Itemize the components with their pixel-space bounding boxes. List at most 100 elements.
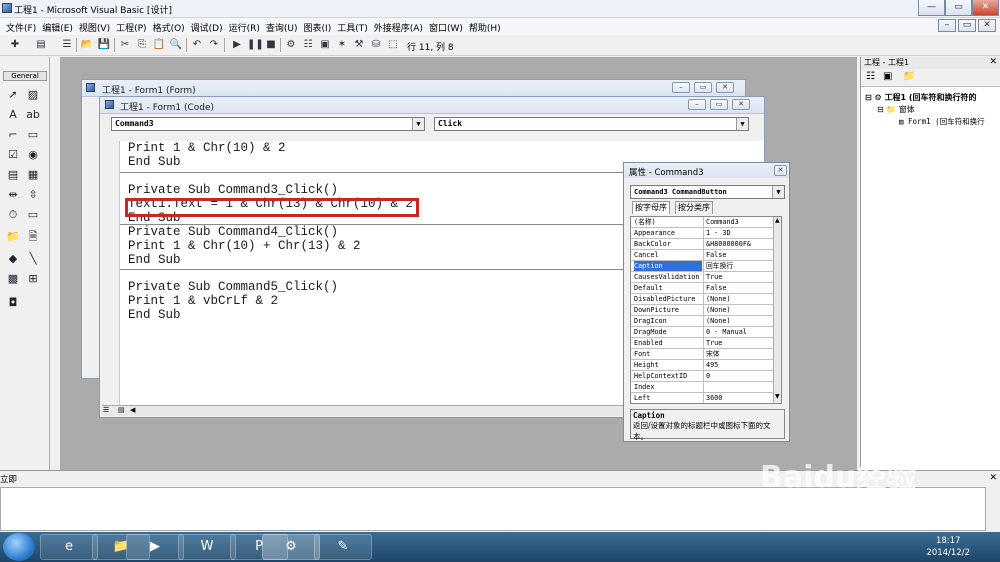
maximize-button[interactable]: ▭: [945, 0, 972, 16]
property-row[interactable]: Enabled True: [631, 338, 773, 349]
property-value[interactable]: 0: [706, 371, 772, 381]
timer-icon[interactable]: ⏱: [5, 207, 21, 223]
property-value[interactable]: 1 - 3D: [706, 228, 772, 238]
properties-scrollbar[interactable]: ▲ ▼: [773, 217, 781, 403]
redo-icon[interactable]: ↷: [207, 38, 221, 52]
menu-edit[interactable]: 编辑(E): [40, 18, 77, 35]
toolbox-general-tab[interactable]: General: [3, 71, 47, 81]
project-close-icon[interactable]: ✕: [989, 57, 997, 67]
image-icon[interactable]: ▩: [5, 271, 21, 287]
paste-icon[interactable]: 📋: [152, 38, 166, 52]
full-module-view-icon[interactable]: ▤: [118, 406, 125, 414]
property-row[interactable]: Appearance 1 - 3D: [631, 228, 773, 239]
combobox-icon[interactable]: ▤: [5, 167, 21, 183]
cut-icon[interactable]: ✂: [118, 38, 132, 52]
dirlistbox-icon[interactable]: 📁: [5, 229, 21, 245]
code-line[interactable]: Print 1 & Chr(10) + Chr(13) & 2: [128, 239, 361, 253]
scroll-down-icon[interactable]: ▼: [775, 393, 780, 400]
view-object-icon[interactable]: ▣: [883, 71, 892, 82]
hscrollbar-icon[interactable]: ⇹: [5, 187, 21, 203]
code-line[interactable]: Private Sub Command3_Click(): [128, 183, 338, 197]
component-manager-icon[interactable]: ⬚: [386, 38, 400, 52]
code-line[interactable]: Print 1 & Chr(10) & 2: [128, 141, 286, 155]
textbox-icon[interactable]: ab: [25, 107, 41, 123]
property-value[interactable]: True: [706, 272, 772, 282]
open-icon[interactable]: 📂: [80, 38, 94, 52]
tree-forms-folder[interactable]: ⊟ 📁 窗体: [877, 104, 915, 115]
vb6-taskbar-icon[interactable]: ⚙: [262, 534, 320, 560]
code-close-button[interactable]: ✕: [732, 99, 750, 110]
property-value[interactable]: False: [706, 250, 772, 260]
frame-icon[interactable]: ⌐: [5, 127, 21, 143]
property-value[interactable]: &H8000000F&: [706, 239, 772, 249]
property-row[interactable]: Cancel False: [631, 250, 773, 261]
data-icon[interactable]: ⊞: [25, 271, 41, 287]
property-value[interactable]: 回车换行: [706, 261, 772, 271]
object-combo[interactable]: Command3 ▼: [111, 117, 425, 131]
property-row[interactable]: Left 3600: [631, 393, 773, 403]
chevron-down-icon[interactable]: ▼: [412, 118, 424, 130]
menu-addins[interactable]: 外接程序(A): [372, 18, 427, 35]
add-form-icon[interactable]: ▤: [34, 38, 48, 52]
menu-view[interactable]: 视图(V): [77, 18, 114, 35]
line-icon[interactable]: ╲: [25, 251, 41, 267]
system-clock[interactable]: 18:17 2014/12/2: [926, 535, 970, 559]
property-row[interactable]: HelpContextID 0: [631, 371, 773, 382]
code-maximize-button[interactable]: ▭: [710, 99, 728, 110]
media-player-icon[interactable]: ▶: [126, 534, 184, 560]
scroll-left-icon[interactable]: ◀: [130, 406, 135, 414]
property-value[interactable]: 495: [706, 360, 772, 370]
close-button[interactable]: ✕: [972, 0, 999, 16]
property-row[interactable]: Index: [631, 382, 773, 393]
property-row[interactable]: Height 495: [631, 360, 773, 371]
tab-alphabetic[interactable]: 按字母序: [632, 201, 670, 214]
pointer-icon[interactable]: ➚: [5, 87, 21, 103]
filelistbox-icon[interactable]: 🗎: [25, 229, 41, 245]
property-row[interactable]: Default False: [631, 283, 773, 294]
undo-icon[interactable]: ↶: [190, 38, 204, 52]
chevron-down-icon[interactable]: ▼: [736, 118, 748, 130]
data-view-icon[interactable]: ⛁: [369, 38, 383, 52]
label-icon[interactable]: A: [5, 107, 21, 123]
word-icon[interactable]: W: [178, 534, 236, 560]
form-maximize-button[interactable]: ▭: [694, 82, 712, 93]
property-value[interactable]: Command3: [706, 217, 772, 227]
properties-object-selector[interactable]: Command3 CommandButton ▼: [630, 185, 785, 199]
copy-icon[interactable]: ⎘: [135, 38, 149, 52]
collapse-icon[interactable]: ⊟: [877, 105, 884, 114]
form-close-button[interactable]: ✕: [716, 82, 734, 93]
immediate-close-icon[interactable]: ✕: [989, 473, 997, 483]
minimize-button[interactable]: —: [918, 0, 945, 16]
toggle-folders-icon[interactable]: 📁: [903, 71, 915, 82]
properties-close-button[interactable]: ✕: [774, 165, 787, 176]
property-row[interactable]: (名称) Command3: [631, 217, 773, 228]
view-code-icon[interactable]: ☷: [866, 71, 875, 82]
add-project-icon[interactable]: ✚: [8, 38, 22, 52]
property-value[interactable]: True: [706, 338, 772, 348]
mdi-close-button[interactable]: ✕: [978, 19, 996, 32]
menu-help[interactable]: 帮助(H): [467, 18, 505, 35]
menu-query[interactable]: 查询(U): [264, 18, 302, 35]
form-layout-icon[interactable]: ▣: [318, 38, 332, 52]
chevron-down-icon[interactable]: ▼: [772, 186, 784, 198]
object-browser-icon[interactable]: ✶: [335, 38, 349, 52]
code-line[interactable]: End Sub: [128, 253, 181, 267]
property-value[interactable]: (None): [706, 305, 772, 315]
commandbutton-icon[interactable]: ▭: [25, 127, 41, 143]
properties-window-icon[interactable]: ☷: [301, 38, 315, 52]
optionbutton-icon[interactable]: ◉: [25, 147, 41, 163]
property-row[interactable]: DisabledPicture (None): [631, 294, 773, 305]
code-line[interactable]: Private Sub Command5_Click(): [128, 280, 338, 294]
property-row[interactable]: DownPicture (None): [631, 305, 773, 316]
start-button[interactable]: [3, 533, 35, 561]
collapse-icon[interactable]: ⊟: [865, 93, 872, 102]
code-line[interactable]: Print 1 & vbCrLf & 2: [128, 294, 278, 308]
tree-form1-item[interactable]: ▤ Form1 (回车符和换行: [899, 116, 985, 127]
drivelistbox-icon[interactable]: ▭: [25, 207, 41, 223]
mdi-minimize-button[interactable]: –: [938, 19, 956, 32]
procedure-combo[interactable]: Click ▼: [434, 117, 749, 131]
menu-window[interactable]: 窗口(W): [427, 18, 467, 35]
code-line[interactable]: Private Sub Command4_Click(): [128, 225, 338, 239]
vscrollbar-icon[interactable]: ⇳: [25, 187, 41, 203]
menu-project[interactable]: 工程(P): [114, 18, 150, 35]
